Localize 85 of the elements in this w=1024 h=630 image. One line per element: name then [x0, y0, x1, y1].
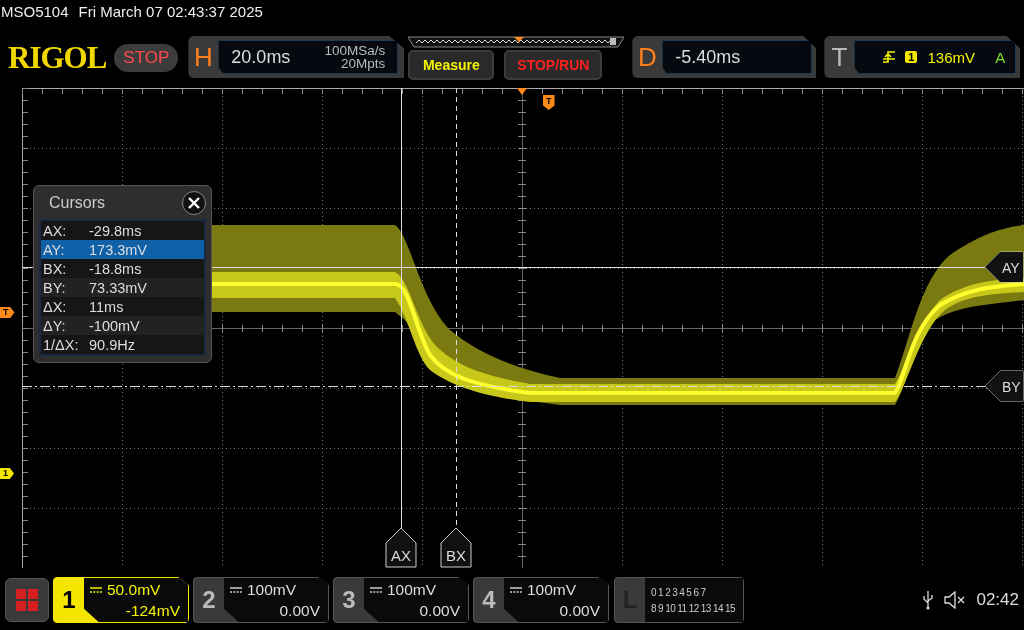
sample-rate: 100MSa/s [324, 44, 386, 57]
digital-channel-number: 15 [725, 602, 736, 614]
channel-offset: -124mV [124, 601, 180, 621]
dc-coupling-icon [370, 586, 382, 593]
cursor-marker[interactable]: AX [385, 527, 417, 568]
usb-icon [922, 590, 935, 610]
clock-time: 02:42 [976, 590, 1019, 610]
model-name: MSO5104 [1, 2, 69, 20]
cursor-value: -100mV [89, 317, 140, 334]
digital-channel-number: 1 [658, 586, 664, 598]
trigger-voltage: 136mV [927, 48, 975, 66]
measure-button[interactable]: Measure [408, 50, 495, 80]
digital-channel-number: 13 [700, 602, 711, 614]
digital-channel-number: 7 [700, 586, 706, 598]
digital-channel-number: 9 [658, 602, 664, 614]
horizontal-label: H [192, 41, 214, 73]
digital-channel-number: 12 [688, 602, 699, 614]
trigger-panel[interactable]: T 1 136mV A [824, 36, 1021, 78]
cursor-value: 11ms [89, 298, 124, 315]
speaker-muted-icon [944, 591, 967, 609]
channel-scale: 100mV [247, 580, 297, 600]
channel-marker: 1 [0, 468, 14, 479]
cursor-label: BX: [42, 260, 68, 277]
channel-scale: 100mV [387, 580, 437, 600]
cursor-label: ΔX: [42, 298, 68, 315]
channel-button[interactable]: 2 100mV 0.00V [193, 577, 329, 623]
cursor-label: BY: [42, 279, 67, 296]
trigger-label: T [830, 41, 849, 73]
cursor-value: 173.3mV [89, 241, 148, 258]
dc-coupling-icon [230, 586, 242, 593]
grid-icon [15, 588, 39, 612]
cursor-label: AY: [42, 241, 66, 258]
cursor-value: -29.8ms [89, 222, 142, 239]
brand-logo: RIGOL [8, 39, 107, 77]
digital-channel-number: 10 [665, 602, 676, 614]
digital-channel-number: 0 [651, 586, 657, 598]
channel-scale: 50.0mV [107, 580, 161, 600]
channel-number: 4 [481, 585, 497, 615]
trigger-position-icon [517, 88, 527, 95]
cursor-label: AX: [42, 222, 68, 239]
channel-number: 3 [341, 585, 357, 615]
digital-channel-number: 4 [679, 586, 685, 598]
trigger-mode: A [995, 48, 1006, 66]
horizontal-panel[interactable]: H 20.0ms 100MSa/s 20Mpts [188, 36, 405, 78]
date-time: Fri March 07 02:43:37 2025 [78, 2, 263, 20]
channel-offset: 0.00V [418, 601, 460, 621]
channel-button[interactable]: 3 100mV 0.00V [333, 577, 469, 623]
cursor-value: -18.8ms [89, 260, 142, 277]
digital-channel-number: 11 [677, 602, 687, 614]
timebase-value: 20.0ms [230, 46, 291, 68]
cursor-marker[interactable]: BY [984, 370, 1024, 402]
channel-number: 1 [61, 585, 77, 615]
rising-edge-icon [883, 51, 896, 63]
channel-scale: 100mV [527, 580, 577, 600]
digital-channel-number: 5 [686, 586, 692, 598]
digital-channel-number: 14 [712, 602, 723, 614]
channel-offset: 0.00V [558, 601, 600, 621]
digital-channel-number: 3 [672, 586, 678, 598]
cursor-value: 73.33mV [89, 279, 148, 296]
trigger-level-marker: T [0, 307, 15, 318]
close-icon [188, 196, 200, 209]
cursor-marker[interactable]: AY [984, 251, 1024, 283]
cursor-label: ΔY: [42, 317, 67, 334]
channel-button[interactable]: 1 50.0mV -124mV [53, 577, 189, 623]
channel-offset: 0.00V [278, 601, 320, 621]
trigger-source: 1 [905, 51, 918, 63]
cursor-value: 90.9Hz [89, 336, 135, 353]
delay-value: -5.40ms [674, 46, 741, 68]
channel-button[interactable]: 4 100mV 0.00V [473, 577, 609, 623]
memory-depth: 20Mpts [340, 57, 386, 70]
stop-run-button[interactable]: STOP/RUN [504, 50, 603, 80]
dc-coupling-icon [510, 586, 522, 593]
panel-title: Cursors [49, 193, 105, 212]
delay-panel[interactable]: D -5.40ms [632, 36, 817, 78]
digital-channel-number: 6 [693, 586, 699, 598]
digital-channel-number: 2 [665, 586, 671, 598]
cursor-label: 1/ΔX: [42, 336, 80, 353]
digital-channel-number: 8 [651, 602, 657, 614]
run-state-badge: STOP [114, 44, 179, 72]
dc-coupling-icon [90, 586, 102, 593]
close-button[interactable] [182, 190, 206, 215]
channel-number: 2 [201, 585, 217, 615]
cursor-marker[interactable]: BX [440, 527, 472, 568]
delay-label: D [636, 41, 658, 73]
trigger-position-marker: T [543, 95, 555, 110]
